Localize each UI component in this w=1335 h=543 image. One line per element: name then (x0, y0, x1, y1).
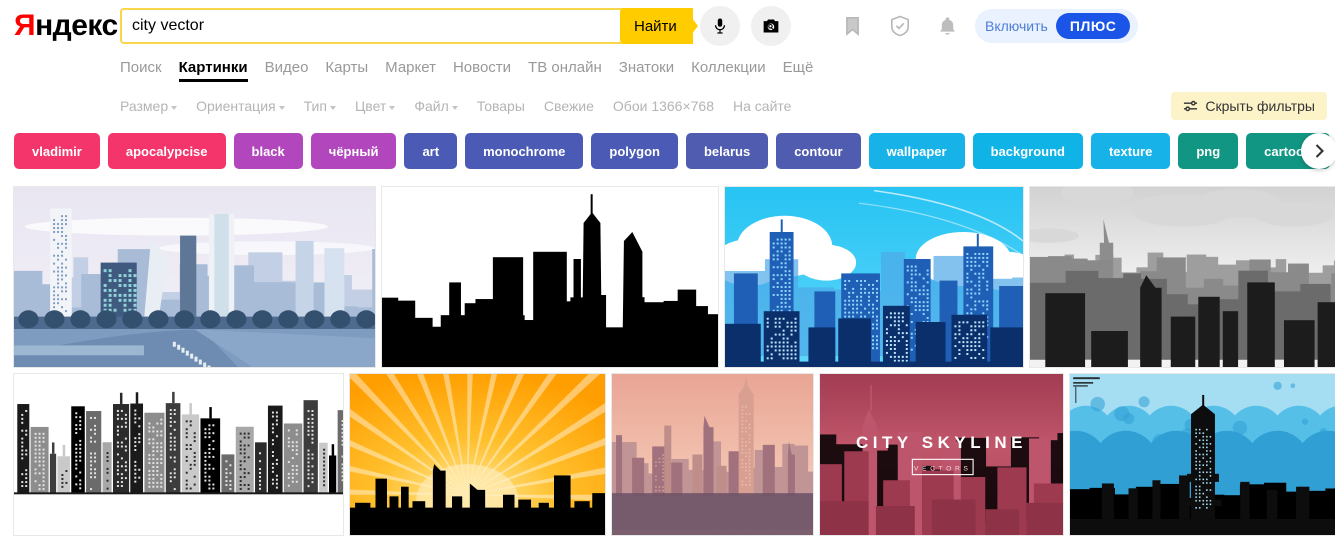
chip-texture[interactable]: texture (1090, 133, 1171, 169)
search-box (120, 8, 686, 44)
service-nav: Поиск Картинки Видео Карты Маркет Новости ТВ о… (120, 52, 813, 82)
bell-icon[interactable] (935, 14, 959, 38)
filter-label: Размер (120, 98, 169, 114)
logo-text: ндекс (35, 9, 118, 42)
chevron-down-icon (451, 105, 458, 110)
filter-label: Тип (303, 98, 327, 114)
search-input[interactable] (122, 10, 655, 42)
filter-bar: Размер Ориентация Тип Цвет Файл Товары Свежие О… (120, 94, 791, 118)
image-result-light-blue-tower-skyline[interactable] (1069, 373, 1335, 536)
chip-vladimir[interactable]: vladimir (14, 133, 100, 169)
image-result-monochrome-building-row[interactable] (13, 373, 344, 536)
image-result-grayscale-nyc-skyline[interactable] (1029, 186, 1335, 368)
yandex-logo[interactable]: Яндекс (14, 10, 118, 42)
svg-text:CITY SKYLINE: CITY SKYLINE (856, 433, 1027, 452)
chip-art[interactable]: art (404, 133, 458, 169)
nav-item-1[interactable]: Картинки (178, 59, 248, 82)
nav-item-7[interactable]: Знатоки (619, 59, 674, 82)
chip-monochrome[interactable]: monochrome (465, 133, 584, 169)
chip-wallpaper[interactable]: wallpaper (868, 133, 965, 169)
bookmark-icon[interactable] (840, 14, 864, 38)
camera-search-icon[interactable] (751, 6, 791, 46)
filter-0[interactable]: Размер (120, 98, 178, 114)
nav-item-6[interactable]: ТВ онлайн (528, 59, 602, 82)
filter-1[interactable]: Ориентация (196, 98, 285, 114)
shield-icon[interactable] (888, 14, 912, 38)
filter-label: Ориентация (196, 98, 276, 114)
chevron-down-icon (278, 105, 285, 110)
filter-6[interactable]: Свежие (544, 98, 594, 114)
chip-чёрный[interactable]: чёрный (310, 133, 397, 169)
logo-red-letter: Я (14, 9, 36, 42)
results-row-2: CITY SKYLINE VECTORS (0, 373, 1335, 536)
plus-badge: ПЛЮС (1055, 13, 1131, 39)
image-result-cyan-cartoon-cityscape[interactable] (724, 186, 1024, 368)
filter-label: Свежие (543, 98, 594, 114)
chevron-down-icon (329, 105, 336, 110)
page-header: Яндекс Найти (0, 0, 1335, 52)
filter-8[interactable]: На сайте (733, 98, 791, 114)
filter-label: Обои 1366×768 (612, 98, 715, 114)
chip-contour[interactable]: contour (776, 133, 861, 169)
filter-5[interactable]: Товары (477, 98, 525, 114)
microphone-icon[interactable] (700, 6, 740, 46)
plus-enable-label: Включить (985, 18, 1048, 34)
chip-belarus[interactable]: belarus (685, 133, 769, 169)
nav-item-0[interactable]: Поиск (120, 59, 162, 82)
filter-3[interactable]: Цвет (354, 98, 396, 114)
results-row-1 (0, 186, 1335, 368)
nav-item-2[interactable]: Видео (265, 59, 309, 82)
chip-png[interactable]: png (1178, 133, 1239, 169)
image-result-rose-sunset-skyline[interactable] (611, 373, 814, 536)
filter-2[interactable]: Тип (304, 98, 336, 114)
search-submit-button[interactable]: Найти (620, 8, 693, 44)
hide-filters-label: Скрыть фильтры (1205, 98, 1315, 114)
chevron-down-icon (171, 105, 178, 110)
chips-scroll-right-button[interactable] (1301, 133, 1335, 169)
filter-label: На сайте (733, 98, 792, 114)
nav-item-5[interactable]: Новости (453, 59, 511, 82)
related-query-chips: vladimir apocalypcise black чёрный art monoch… (0, 131, 1335, 171)
image-result-blue-city-highway-skyline[interactable] (13, 186, 376, 368)
yandex-plus-button[interactable]: Включить ПЛЮС (975, 9, 1139, 43)
nav-item-8[interactable]: Коллекции (691, 59, 766, 82)
image-result-orange-sunburst-skyline[interactable] (349, 373, 606, 536)
chip-black[interactable]: black (233, 133, 303, 169)
filter-label: Цвет (354, 98, 387, 114)
nav-item-9[interactable]: Ещё (783, 59, 814, 82)
chevron-right-icon (1315, 144, 1324, 158)
filter-label: Товары (476, 98, 525, 114)
chip-polygon[interactable]: polygon (591, 133, 678, 169)
nav-item-3[interactable]: Карты (325, 59, 368, 82)
nav-item-4[interactable]: Маркет (385, 59, 436, 82)
sliders-icon (1184, 100, 1198, 112)
chip-background[interactable]: background (972, 133, 1083, 169)
image-result-black-silhouette-skyline[interactable] (381, 186, 719, 368)
search-button-arrow (684, 8, 698, 44)
filter-4[interactable]: Файл (414, 98, 458, 114)
chevron-down-icon (389, 105, 396, 110)
svg-text:VECTORS: VECTORS (914, 465, 972, 472)
image-results-grid: CITY SKYLINE VECTORS (0, 186, 1335, 541)
filter-label: Файл (414, 98, 449, 114)
image-result-crimson-city-skyline-card[interactable]: CITY SKYLINE VECTORS (819, 373, 1064, 536)
filter-7[interactable]: Обои 1366×768 (613, 98, 714, 114)
hide-filters-button[interactable]: Скрыть фильтры (1171, 92, 1327, 120)
chip-apocalypcise[interactable]: apocalypcise (107, 133, 226, 169)
